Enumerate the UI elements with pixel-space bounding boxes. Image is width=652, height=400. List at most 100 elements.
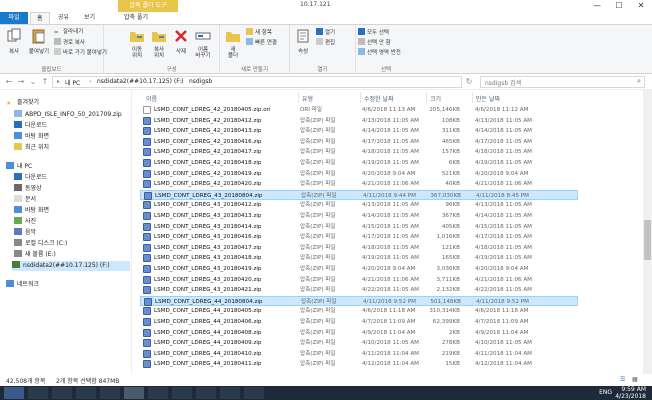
- tab-file[interactable]: 파일: [0, 12, 28, 24]
- file-row[interactable]: LSMD_CONT_LDREG_42_20180416.zip 압축(ZIP) 파…: [140, 137, 578, 148]
- vertical-scrollbar[interactable]: [643, 90, 652, 374]
- file-row[interactable]: LSMD_CONT_LDREG_42_20180419.zip 압축(ZIP) 파…: [140, 169, 578, 180]
- back-button[interactable]: ←: [4, 77, 14, 87]
- file-row[interactable]: LSMD_CONT_LDREG_43_20180413.zip 압축(ZIP) 파…: [140, 211, 578, 222]
- context-tab-zip-tools[interactable]: 압축 폴더 도구: [118, 0, 178, 12]
- file-row[interactable]: LSMD_CONT_LDREG_43_20180420.zip 압축(ZIP) 파…: [140, 275, 578, 286]
- taskbar-explorer[interactable]: [124, 387, 144, 399]
- search-box[interactable]: nsdigsb 검색 ⌕: [480, 76, 645, 88]
- nav-music[interactable]: 음악: [14, 228, 36, 238]
- nav-fav-desktop[interactable]: 바탕 화면: [14, 132, 49, 142]
- select-all-button[interactable]: 모두 선택: [358, 28, 389, 37]
- file-row[interactable]: LSMD_CONT_LDREG_43_20180419.zip 압축(ZIP) 파…: [140, 264, 578, 275]
- move-to-button[interactable]: 이동 위치: [126, 28, 148, 59]
- nav-pc-downloads[interactable]: 다운로드: [14, 173, 47, 183]
- nav-local-disk-c[interactable]: 로컬 디스크 (C:): [14, 239, 67, 249]
- taskbar-app-8[interactable]: [196, 387, 216, 399]
- file-row[interactable]: LSMD_CONT_LDREG_44_20180406.zip 압축(ZIP) 파…: [140, 317, 578, 328]
- recent-dropdown-button[interactable]: ⌄: [28, 77, 38, 87]
- close-button[interactable]: ✕: [630, 0, 652, 12]
- nav-this-pc[interactable]: 내 PC: [6, 162, 32, 172]
- taskbar-app-7[interactable]: [172, 387, 192, 399]
- search-input[interactable]: nsdigsb 검색: [485, 78, 521, 87]
- taskbar-app-3[interactable]: [76, 387, 96, 399]
- file-row[interactable]: LSMD_CONT_LDREG_44_20180408.zip 압축(ZIP) 파…: [140, 328, 578, 339]
- nav-volume-e[interactable]: 새 볼륨 (E:): [14, 250, 56, 260]
- edit-button[interactable]: 편집: [316, 38, 335, 47]
- language-indicator[interactable]: ENG: [599, 389, 612, 396]
- file-row[interactable]: LSMD_CONT_LDREG_42_20180420.zip 압축(ZIP) 파…: [140, 179, 578, 190]
- tab-view[interactable]: 보기: [78, 12, 101, 24]
- easy-access-button[interactable]: 빠른 연결: [246, 38, 277, 47]
- nav-network[interactable]: 네트워크: [6, 280, 39, 290]
- select-none-button[interactable]: 선택 안 함: [358, 38, 391, 47]
- delete-button[interactable]: 삭제: [170, 28, 192, 55]
- details-view-icon[interactable]: ☰: [620, 376, 625, 383]
- invert-selection-button[interactable]: 선택 영역 반전: [358, 48, 401, 57]
- cut-button[interactable]: ✂ 잘라내기: [54, 28, 83, 37]
- taskbar-app-9[interactable]: [220, 387, 240, 399]
- open-button[interactable]: 열기: [316, 28, 335, 37]
- tab-share[interactable]: 공유: [52, 12, 75, 24]
- maximize-button[interactable]: ☐: [608, 0, 630, 12]
- taskbar-app-6[interactable]: [148, 387, 168, 399]
- column-type[interactable]: 유형: [302, 94, 313, 103]
- file-row[interactable]: LSMD_CONT_LDREG_43_20180412.zip 압축(ZIP) 파…: [140, 200, 578, 211]
- nav-favorite-zip[interactable]: ABPD_ISLE_INFO_50_201709.zip: [14, 110, 122, 120]
- taskbar-app-2[interactable]: [52, 387, 72, 399]
- file-row[interactable]: LSMD_CONT_LDREG_44_20180405.zip 압축(ZIP) 파…: [140, 306, 578, 317]
- nav-pictures[interactable]: 사진: [14, 217, 36, 227]
- file-row[interactable]: LSMD_CONT_LDREG_42_20180412.zip 압축(ZIP) 파…: [140, 116, 578, 127]
- column-created[interactable]: 만든 날짜: [476, 94, 500, 103]
- file-row[interactable]: LSMD_CONT_LDREG_43_20180414.zip 압축(ZIP) 파…: [140, 222, 578, 233]
- breadcrumb-drive[interactable]: nsdidata2(##10.17.125) (F:): [97, 78, 184, 85]
- file-row[interactable]: LSMD_CONT_LDREG_42_20180417.zip 압축(ZIP) 파…: [140, 147, 578, 158]
- new-item-button[interactable]: 새 항목: [246, 28, 272, 37]
- properties-button[interactable]: 속성: [292, 28, 314, 55]
- file-row[interactable]: LSMD_CONT_LDREG_43_20180421.zip 압축(ZIP) 파…: [140, 285, 578, 296]
- rename-button[interactable]: 이름 바꾸기: [192, 28, 214, 59]
- breadcrumb-pc[interactable]: 내 PC: [65, 78, 80, 87]
- copy-to-button[interactable]: 복사 위치: [148, 28, 170, 59]
- file-row[interactable]: LSMD_CONT_LDREG_44_20180411.zip 압축(ZIP) 파…: [140, 359, 578, 370]
- file-row[interactable]: LSMD_CONT_LDREG_42_20180413.zip 압축(ZIP) 파…: [140, 126, 578, 137]
- taskbar-clock[interactable]: 9:59 AM 4/23/2018: [615, 386, 646, 400]
- scrollbar-thumb[interactable]: [644, 220, 651, 260]
- nav-recent[interactable]: 최근 위치: [14, 143, 49, 153]
- file-row[interactable]: LSMD_CONT_LDREG_42_20180418.zip 압축(ZIP) 파…: [140, 158, 578, 169]
- nav-fav-downloads[interactable]: 다운로드: [14, 121, 47, 131]
- column-divider[interactable]: [298, 92, 299, 103]
- tiles-view-icon[interactable]: ▦: [632, 376, 638, 383]
- breadcrumb-folder[interactable]: nsdigsb: [189, 78, 212, 85]
- up-button[interactable]: ↑: [40, 77, 50, 87]
- forward-button[interactable]: →: [16, 77, 26, 87]
- file-row[interactable]: LSMD_CONT_LDREG_43_20180418.zip 압축(ZIP) 파…: [140, 253, 578, 264]
- file-row[interactable]: LSMD_CONT_LDREG_42_20180405.zip.ori ORI 파…: [140, 105, 578, 116]
- copy-path-button[interactable]: 경로 복사: [54, 38, 85, 47]
- file-row[interactable]: LSMD_CONT_LDREG_44_20180804.zip 압축(ZIP) 파…: [140, 295, 578, 307]
- address-bar[interactable]: ▸ 내 PC › nsdidata2(##10.17.125) (F:) › n…: [52, 76, 462, 88]
- file-row[interactable]: LSMD_CONT_LDREG_44_20180409.zip 압축(ZIP) 파…: [140, 338, 578, 349]
- paste-shortcut-button[interactable]: 바로 가기 붙여넣기: [54, 48, 107, 57]
- nav-network-drive-f[interactable]: nsdidata2(##10.17.125) (F:): [12, 261, 130, 271]
- file-row[interactable]: LSMD_CONT_LDREG_44_20180410.zip 압축(ZIP) 파…: [140, 349, 578, 360]
- taskbar-app-4[interactable]: [100, 387, 120, 399]
- file-row[interactable]: LSMD_CONT_LDREG_43_20180416.zip 압축(ZIP) 파…: [140, 232, 578, 243]
- file-row[interactable]: LSMD_CONT_LDREG_43_20180417.zip 압축(ZIP) 파…: [140, 243, 578, 254]
- minimize-button[interactable]: —: [586, 0, 608, 12]
- column-size[interactable]: 크기: [430, 94, 441, 103]
- paste-button[interactable]: 붙여넣기: [26, 28, 52, 55]
- copy-button[interactable]: 복사: [3, 28, 25, 55]
- nav-videos[interactable]: 동영상: [14, 184, 42, 194]
- column-divider[interactable]: [426, 92, 427, 103]
- nav-favorites[interactable]: ★ 즐겨찾기: [6, 98, 39, 108]
- column-date[interactable]: 수정한 날짜: [364, 94, 394, 103]
- nav-documents[interactable]: 문서: [14, 195, 36, 205]
- column-name[interactable]: 이름: [146, 94, 157, 103]
- start-button[interactable]: [4, 387, 24, 399]
- new-folder-button[interactable]: 새 폴더: [222, 28, 244, 59]
- column-divider[interactable]: [360, 92, 361, 103]
- tab-home[interactable]: 홈: [30, 12, 50, 24]
- column-divider[interactable]: [472, 92, 473, 103]
- file-row[interactable]: LSMD_CONT_LDREG_43_20180804.zip 압축(ZIP) 파…: [140, 189, 578, 201]
